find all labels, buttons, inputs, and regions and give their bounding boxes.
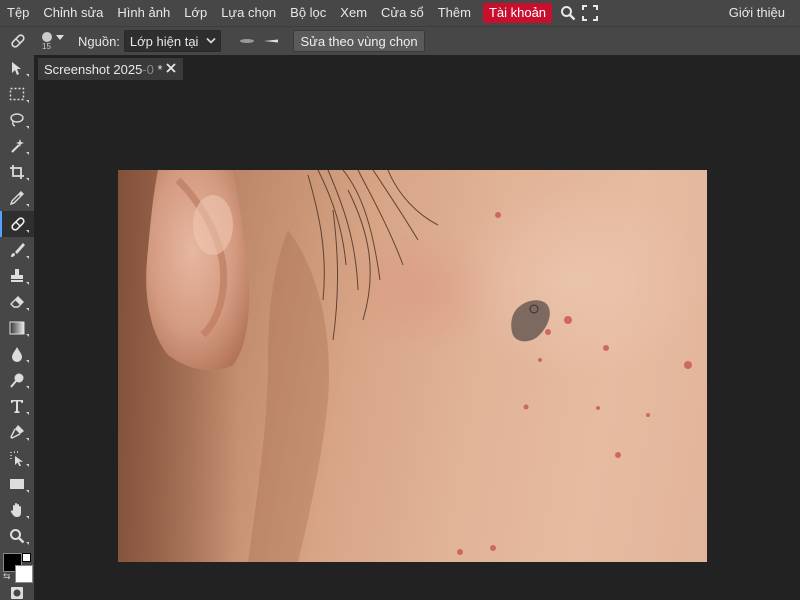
clone-stamp-icon [11,269,23,282]
skin-photo-art [118,170,692,562]
tools-panel: ⇆ [0,55,34,600]
path-select-icon [10,451,23,466]
menu-image[interactable]: Hình ảnh [110,0,177,26]
rectangle-shape-icon [10,479,24,489]
swap-colors-icon[interactable]: ⇆ [3,571,11,582]
healing-brush-options-icon[interactable] [0,32,36,50]
blur-tool[interactable] [0,341,34,367]
options-bar: 15 Nguồn: Lớp hiện tại Sửa theo vùng chọ… [0,26,800,55]
eraser-tool[interactable] [0,289,34,315]
hand-icon [10,503,21,517]
document-tab[interactable]: Screenshot 2025-0 * [38,58,183,80]
type-tool[interactable] [0,393,34,419]
dodge-tool[interactable] [0,367,34,393]
lasso-tool[interactable] [0,107,34,133]
move-tool[interactable] [0,55,34,81]
pen-icon [10,425,24,439]
marquee-tool[interactable] [0,81,34,107]
move-tool-icon [12,62,21,75]
fullscreen-icon[interactable] [579,0,601,26]
menu-view[interactable]: Xem [333,0,374,26]
zoom-tool[interactable] [0,523,34,549]
blur-drop-icon [12,347,22,362]
menu-filter[interactable]: Bộ lọc [283,0,333,26]
magic-wand-icon [11,139,24,153]
document-modified-mark: * [153,61,163,77]
brush-size-value: 15 [42,42,51,51]
brush-size-picker[interactable]: 15 [36,27,70,55]
quick-mask-icon [11,586,23,599]
menu-bar: Tệp Chỉnh sửa Hình ảnh Lớp Lựa chọn Bộ l… [0,0,800,26]
gradient-icon [9,321,25,335]
brush-icon [11,243,25,257]
menu-file[interactable]: Tệp [0,0,36,26]
shape-tool[interactable] [0,471,34,497]
source-label: Nguồn: [78,33,120,49]
eyedropper-icon [9,191,24,206]
menu-window[interactable]: Cửa sổ [374,0,431,26]
menu-edit[interactable]: Chỉnh sửa [36,0,110,26]
healing-brush-icon [11,217,25,231]
gradient-tool[interactable] [0,315,34,341]
lasso-tool-icon [10,113,24,127]
menu-about[interactable]: Giới thiệu [722,0,792,26]
background-color-swatch[interactable] [15,565,33,583]
dodge-icon [10,373,24,388]
document-tab-title-fade: -0 [142,61,154,77]
chevron-down-icon [206,37,217,44]
magic-wand-tool[interactable] [0,133,34,159]
brush-tool[interactable] [0,237,34,263]
path-select-tool[interactable] [0,445,34,471]
hand-tool[interactable] [0,497,34,523]
search-icon[interactable] [557,0,579,26]
type-icon [11,400,23,413]
brush-dot-icon [42,32,52,42]
stroke-soft-icon[interactable] [235,31,259,51]
account-button[interactable]: Tài khoản [482,3,553,23]
color-swatches: ⇆ [3,553,33,583]
chevron-down-icon [56,35,64,40]
canvas-area[interactable] [34,81,800,600]
menu-select[interactable]: Lựa chọn [214,0,283,26]
marquee-tool-icon [9,87,25,101]
skin-photo[interactable] [118,170,707,562]
document-tab-title: Screenshot 2025-0 * [44,61,163,77]
pen-tool[interactable] [0,419,34,445]
source-select-value: Lớp hiện tại [129,33,199,49]
menu-layer[interactable]: Lớp [177,0,214,26]
close-icon[interactable] [165,62,177,77]
eraser-icon [10,296,24,308]
source-select[interactable]: Lớp hiện tại [123,30,222,52]
crop-icon [10,165,24,179]
crop-tool[interactable] [0,159,34,185]
default-colors-icon[interactable] [22,553,31,562]
clone-stamp-tool[interactable] [0,263,34,289]
zoom-icon [10,529,25,544]
eyedropper-tool[interactable] [0,185,34,211]
stroke-hard-icon[interactable] [259,31,283,51]
menu-more[interactable]: Thêm [431,0,478,26]
fix-by-selection-button[interactable]: Sửa theo vùng chọn [293,30,425,52]
document-tab-bar: Screenshot 2025-0 * [34,55,800,81]
quick-mask-tool[interactable] [0,585,34,600]
healing-brush-tool[interactable] [0,211,34,237]
